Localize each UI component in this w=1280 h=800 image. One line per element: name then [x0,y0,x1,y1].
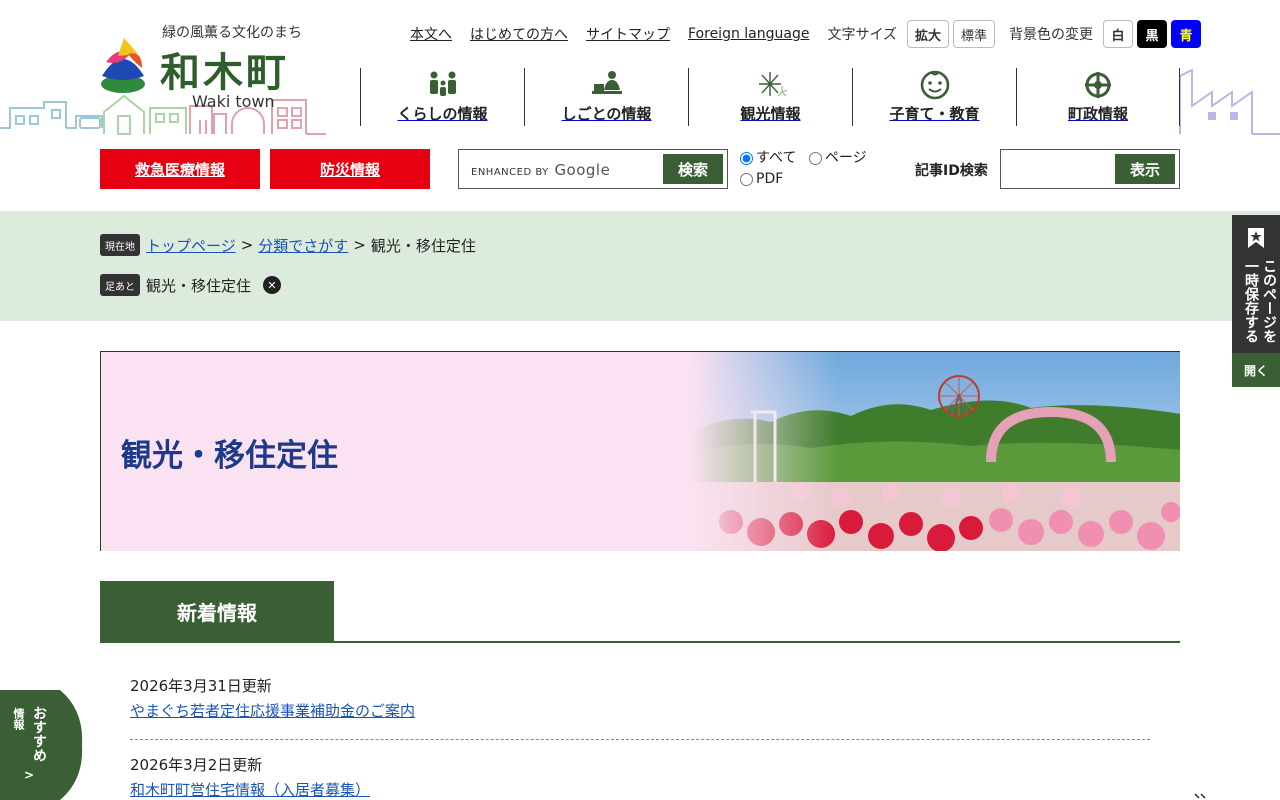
bg-color-label: 背景色の変更 [1009,27,1094,43]
nav-childcare-education[interactable]: 子育て・教育 [852,68,1016,126]
town-tagline: 緑の風薫る文化のまち [162,25,302,41]
foreign-language-link[interactable]: Foreign language [688,26,809,42]
town-logo[interactable]: 緑の風薫る文化のまち 和木町 Waki town [98,22,328,114]
nav-living-info[interactable]: くらしの情報 [360,68,524,126]
article-id-show-button[interactable]: 表示 [1115,154,1175,184]
page-title: 観光・移住定住 [121,438,338,474]
bookmark-icon [1248,228,1264,248]
search-scope-radios: すべて ページ PDF [740,148,890,190]
bg-black-button[interactable]: 黒 [1137,20,1168,48]
footprint-tag: 足あと [100,274,140,296]
article-id-search-box: 表示 [1000,149,1180,189]
news-date: 2026年3月31日更新 [130,677,272,695]
global-nav: くらしの情報 しごとの情報 観光情報 子育て・教育 町政情報 [360,68,1180,126]
news-list-item: 2026年3月31日更新 やまぐち若者定住応援事業補助金のご案内 [130,675,1150,740]
breadcrumb-separator: > [353,236,366,254]
nav-living-label: くらしの情報 [397,105,488,123]
town-emblem-logo [101,38,145,93]
nav-town-admin[interactable]: 町政情報 [1016,68,1180,126]
worker-desk-icon [591,71,622,94]
news-link[interactable]: やまぐち若者定住応援事業補助金のご案内 [130,700,1150,721]
nav-childcare-label: 子育て・教育 [889,105,980,123]
news-link[interactable]: 和木町町営住宅情報（入居者募集） [130,779,1150,800]
breadcrumb: 現在地 トップページ > 分類でさがす > 観光・移住定住 [100,234,476,256]
emergency-medical-button[interactable]: 救急医療情報 [100,149,260,189]
scope-all-option[interactable]: すべて [740,148,796,169]
pointer-cursor-icon [1194,793,1206,799]
fireworks-icon [758,72,787,97]
news-divider [100,641,1180,643]
nav-work-info[interactable]: しごとの情報 [524,68,688,126]
scope-page-option[interactable]: ページ [808,148,867,169]
first-visit-link[interactable]: はじめての方へ [470,24,568,44]
font-size-enlarge-button[interactable]: 拡大 [907,20,950,48]
save-page-panel[interactable]: このページを一時保存する [1232,215,1280,353]
nav-town-admin-label: 町政情報 [1067,105,1128,123]
town-name: 和木町 [160,50,289,96]
current-location-tag: 現在地 [100,234,140,256]
news-tab[interactable]: 新着情報 [100,581,334,642]
font-size-standard-button[interactable]: 標準 [953,20,996,48]
scope-pdf-option[interactable]: PDF [740,169,783,190]
footprint-item[interactable]: 観光・移住定住 [146,275,251,296]
google-branding: ENHANCED BY Google [471,161,611,179]
font-size-label: 文字サイズ [827,27,898,43]
factory-skyline-illustration [1179,68,1280,135]
disaster-info-button[interactable]: 防災情報 [270,149,430,189]
bg-white-button[interactable]: 白 [1103,20,1134,48]
site-header: 緑の風薫る文化のまち 和木町 Waki town 本文へ はじめての方へ サイト… [0,0,1280,140]
scope-pdf-radio[interactable] [740,173,753,186]
article-id-search-label: 記事ID検索 [915,163,988,179]
site-search-box[interactable]: ENHANCED BY Google 検索 [458,149,728,189]
breadcrumb-separator: > [240,236,254,254]
breadcrumb-top-page[interactable]: トップページ [146,235,236,256]
recommend-sub-label: 情報 [12,708,25,730]
skip-to-content-link[interactable]: 本文へ [410,24,452,44]
close-icon[interactable]: ✕ [263,276,282,294]
footprint-history: 足あと 観光・移住定住 ✕ [100,274,282,296]
news-list-item: 2026年3月2日更新 和木町町営住宅情報（入居者募集） [130,754,1150,800]
utility-bar: 本文へ はじめての方へ サイトマップ Foreign language 文字サイ… [410,20,1205,48]
scope-all-radio[interactable] [740,152,753,165]
rose-garden-photo [691,352,1180,551]
family-icon [429,71,456,96]
search-button[interactable]: 検索 [663,154,723,184]
town-emblem-icon [1085,72,1111,98]
breadcrumb-current: 観光・移住定住 [370,236,476,255]
child-face-icon [920,70,949,100]
save-page-open-button[interactable]: 開く [1232,353,1280,387]
sitemap-link[interactable]: サイトマップ [586,24,670,44]
nav-tourism-label: 観光情報 [740,105,801,123]
save-page-sidetab[interactable]: このページを一時保存する 開く [1232,215,1280,387]
article-id-input[interactable] [1005,154,1113,184]
nav-tourism-info[interactable]: 観光情報 [688,68,852,126]
breadcrumb-category-search[interactable]: 分類でさがす [258,235,348,256]
category-hero-banner: 観光・移住定住 [100,351,1180,551]
nav-work-label: しごとの情報 [561,105,652,123]
news-date: 2026年3月2日更新 [130,756,263,774]
save-page-label: このページを一時保存する [1243,259,1277,343]
recommend-tab[interactable]: 情報 おすすめ > [0,690,84,800]
bg-blue-button[interactable]: 青 [1171,20,1202,48]
town-name-english: Waki town [192,92,275,111]
breadcrumb-band: 現在地 トップページ > 分類でさがす > 観光・移住定住 足あと 観光・移住定… [0,211,1280,321]
chevron-down-icon: > [24,768,35,782]
scope-page-radio[interactable] [808,152,822,165]
